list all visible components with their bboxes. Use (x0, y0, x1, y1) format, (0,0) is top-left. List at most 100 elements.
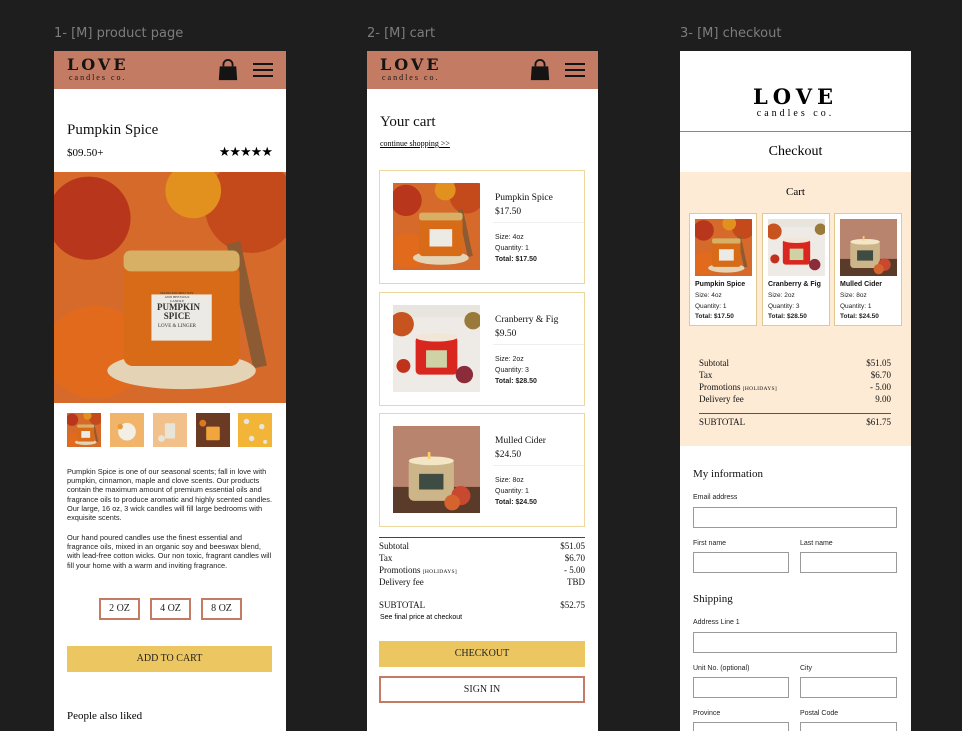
city-field[interactable] (800, 677, 897, 698)
checkout-cart-item: Mulled Cider Size: 8oz Quantity: 1 Total… (834, 213, 902, 326)
cart-item-name: Cranberry & Fig (495, 315, 559, 325)
jar-label: HAND-POURED SOY AND BEESWAX CANDLE PUMPK… (157, 291, 200, 329)
summary-subtotal-row: Subtotal $51.05 (379, 541, 585, 551)
summary-total-row: SUBTOTAL $61.75 (699, 417, 891, 427)
last-name-field[interactable] (800, 552, 897, 573)
cart-item: Cranberry & Fig $9.50 Size: 2oz Quantity… (379, 292, 585, 406)
cart-item-total: Total: $17.50 (495, 256, 537, 263)
cart-item-size: Size: 2oz (768, 292, 795, 299)
size-option-2oz[interactable]: 2 OZ (99, 598, 140, 620)
continue-shopping-link[interactable]: continue shopping >> (380, 139, 450, 148)
cart-item-image (768, 219, 825, 276)
address-line-1-field[interactable] (693, 632, 897, 653)
size-option-4oz[interactable]: 4 OZ (150, 598, 191, 620)
summary-tax-row: Tax $6.70 (699, 370, 891, 380)
cart-item-quantity: Quantity: 3 (768, 303, 800, 310)
shipping-heading: Shipping (693, 593, 733, 605)
cart-item-quantity: Quantity: 1 (495, 245, 529, 252)
postal-code-label: Postal Code (800, 710, 839, 717)
cart-item-total: Total: $24.50 (495, 499, 537, 506)
hamburger-menu-icon[interactable] (565, 63, 585, 77)
thumbnail-2[interactable] (110, 413, 144, 447)
checkout-button[interactable]: CHECKOUT (379, 641, 585, 667)
product-description-1: Pumpkin Spice is one of our seasonal sce… (67, 467, 273, 523)
thumbnail-4[interactable] (196, 413, 230, 447)
email-field[interactable] (693, 507, 897, 528)
postal-code-field[interactable] (800, 722, 897, 731)
cart-page-frame: LOVE candles co. Your cart continue shop… (367, 51, 598, 731)
cart-item: Mulled Cider $24.50 Size: 8oz Quantity: … (379, 413, 585, 527)
cart-item-quantity: Quantity: 1 (840, 303, 872, 310)
my-information-heading: My information (693, 468, 763, 480)
product-hero-image (54, 172, 286, 403)
cart-item-name: Mulled Cider (495, 436, 546, 446)
cart-item-size: Size: 4oz (495, 234, 524, 241)
brand-logo[interactable]: LOVE candles co. (67, 57, 129, 83)
cart-item-size: Size: 2oz (495, 356, 524, 363)
checkout-page-frame: LOVE candles co. Checkout Cart Pumpkin S… (680, 51, 911, 731)
summary-total-row: SUBTOTAL $52.75 (379, 600, 585, 610)
hamburger-menu-icon[interactable] (253, 63, 273, 77)
people-also-liked-heading: People also liked (67, 710, 143, 722)
summary-delivery-row: Delivery fee TBD (379, 577, 585, 587)
frame-label-product: 1- [M] product page (54, 26, 184, 41)
cart-title: Your cart (380, 114, 436, 130)
summary-promotions-row: Promotions [HOLIDAYS] - 5.00 (379, 565, 585, 575)
checkout-title: Checkout (768, 144, 823, 159)
cart-item-image (393, 183, 480, 270)
site-header: LOVE candles co. (54, 51, 286, 89)
last-name-label: Last name (800, 540, 833, 547)
email-label: Email address (693, 494, 738, 501)
cart-item-quantity: Quantity: 1 (695, 303, 727, 310)
city-label: City (800, 665, 813, 672)
cart-item-image (393, 426, 480, 513)
brand-logo[interactable]: LOVE candles co. (380, 57, 442, 83)
site-header: LOVE candles co. (367, 51, 598, 89)
cart-item-size: Size: 8oz (495, 477, 524, 484)
summary-subtotal-row: Subtotal $51.05 (699, 358, 891, 368)
cart-item-total: Total: $28.50 (495, 378, 537, 385)
checkout-cart-title: Cart (786, 186, 805, 198)
cart-item-price: $17.50 (495, 207, 522, 217)
cart-item-image (695, 219, 752, 276)
cart-item: Pumpkin Spice $17.50 Size: 4oz Quantity:… (379, 170, 585, 284)
brand-logo-large[interactable]: LOVE candles co. (680, 51, 911, 131)
checkout-cart-item: Pumpkin Spice Size: 4oz Quantity: 1 Tota… (689, 213, 757, 326)
cart-item-price: $9.50 (495, 329, 517, 339)
cart-item-size: Size: 4oz (695, 292, 722, 299)
unit-no-label: Unit No. (optional) (693, 665, 750, 672)
summary-promotions-row: Promotions [HOLIDAYS] - 5.00 (699, 382, 891, 392)
unit-no-field[interactable] (693, 677, 789, 698)
shopping-bag-icon[interactable] (217, 58, 239, 82)
cart-item-total: Total: $17.50 (695, 313, 734, 320)
star-rating: ★★★★★ (218, 144, 273, 159)
cart-item-total: Total: $28.50 (768, 313, 807, 320)
thumbnail-3[interactable] (153, 413, 187, 447)
cart-item-image (393, 305, 480, 392)
address-line-1-label: Address Line 1 (693, 619, 740, 626)
size-option-8oz[interactable]: 8 OZ (201, 598, 242, 620)
shopping-bag-icon[interactable] (529, 58, 551, 82)
cart-item-name: Mulled Cider (840, 281, 883, 288)
cart-item-image (840, 219, 897, 276)
frame-label-checkout: 3- [M] checkout (680, 26, 782, 41)
cart-item-name: Pumpkin Spice (495, 193, 553, 203)
thumbnail-1[interactable] (67, 413, 101, 447)
frame-label-cart: 2- [M] cart (367, 26, 436, 41)
sign-in-button[interactable]: SIGN IN (379, 676, 585, 703)
product-description-2: Our hand poured candles use the finest e… (67, 533, 272, 570)
summary-delivery-row: Delivery fee 9.00 (699, 394, 891, 404)
product-price: $09.50+ (67, 147, 104, 159)
cart-item-price: $24.50 (495, 450, 522, 460)
province-field[interactable] (693, 722, 789, 731)
cart-item-total: Total: $24.50 (840, 313, 879, 320)
cart-item-name: Pumpkin Spice (695, 281, 746, 288)
first-name-field[interactable] (693, 552, 789, 573)
add-to-cart-button[interactable]: ADD TO CART (67, 646, 272, 672)
cart-item-name: Cranberry & Fig (768, 281, 821, 288)
cart-item-size: Size: 8oz (840, 292, 867, 299)
first-name-label: First name (693, 540, 727, 547)
cart-item-quantity: Quantity: 3 (495, 367, 529, 374)
thumbnail-5[interactable] (238, 413, 272, 447)
cart-item-quantity: Quantity: 1 (495, 488, 529, 495)
